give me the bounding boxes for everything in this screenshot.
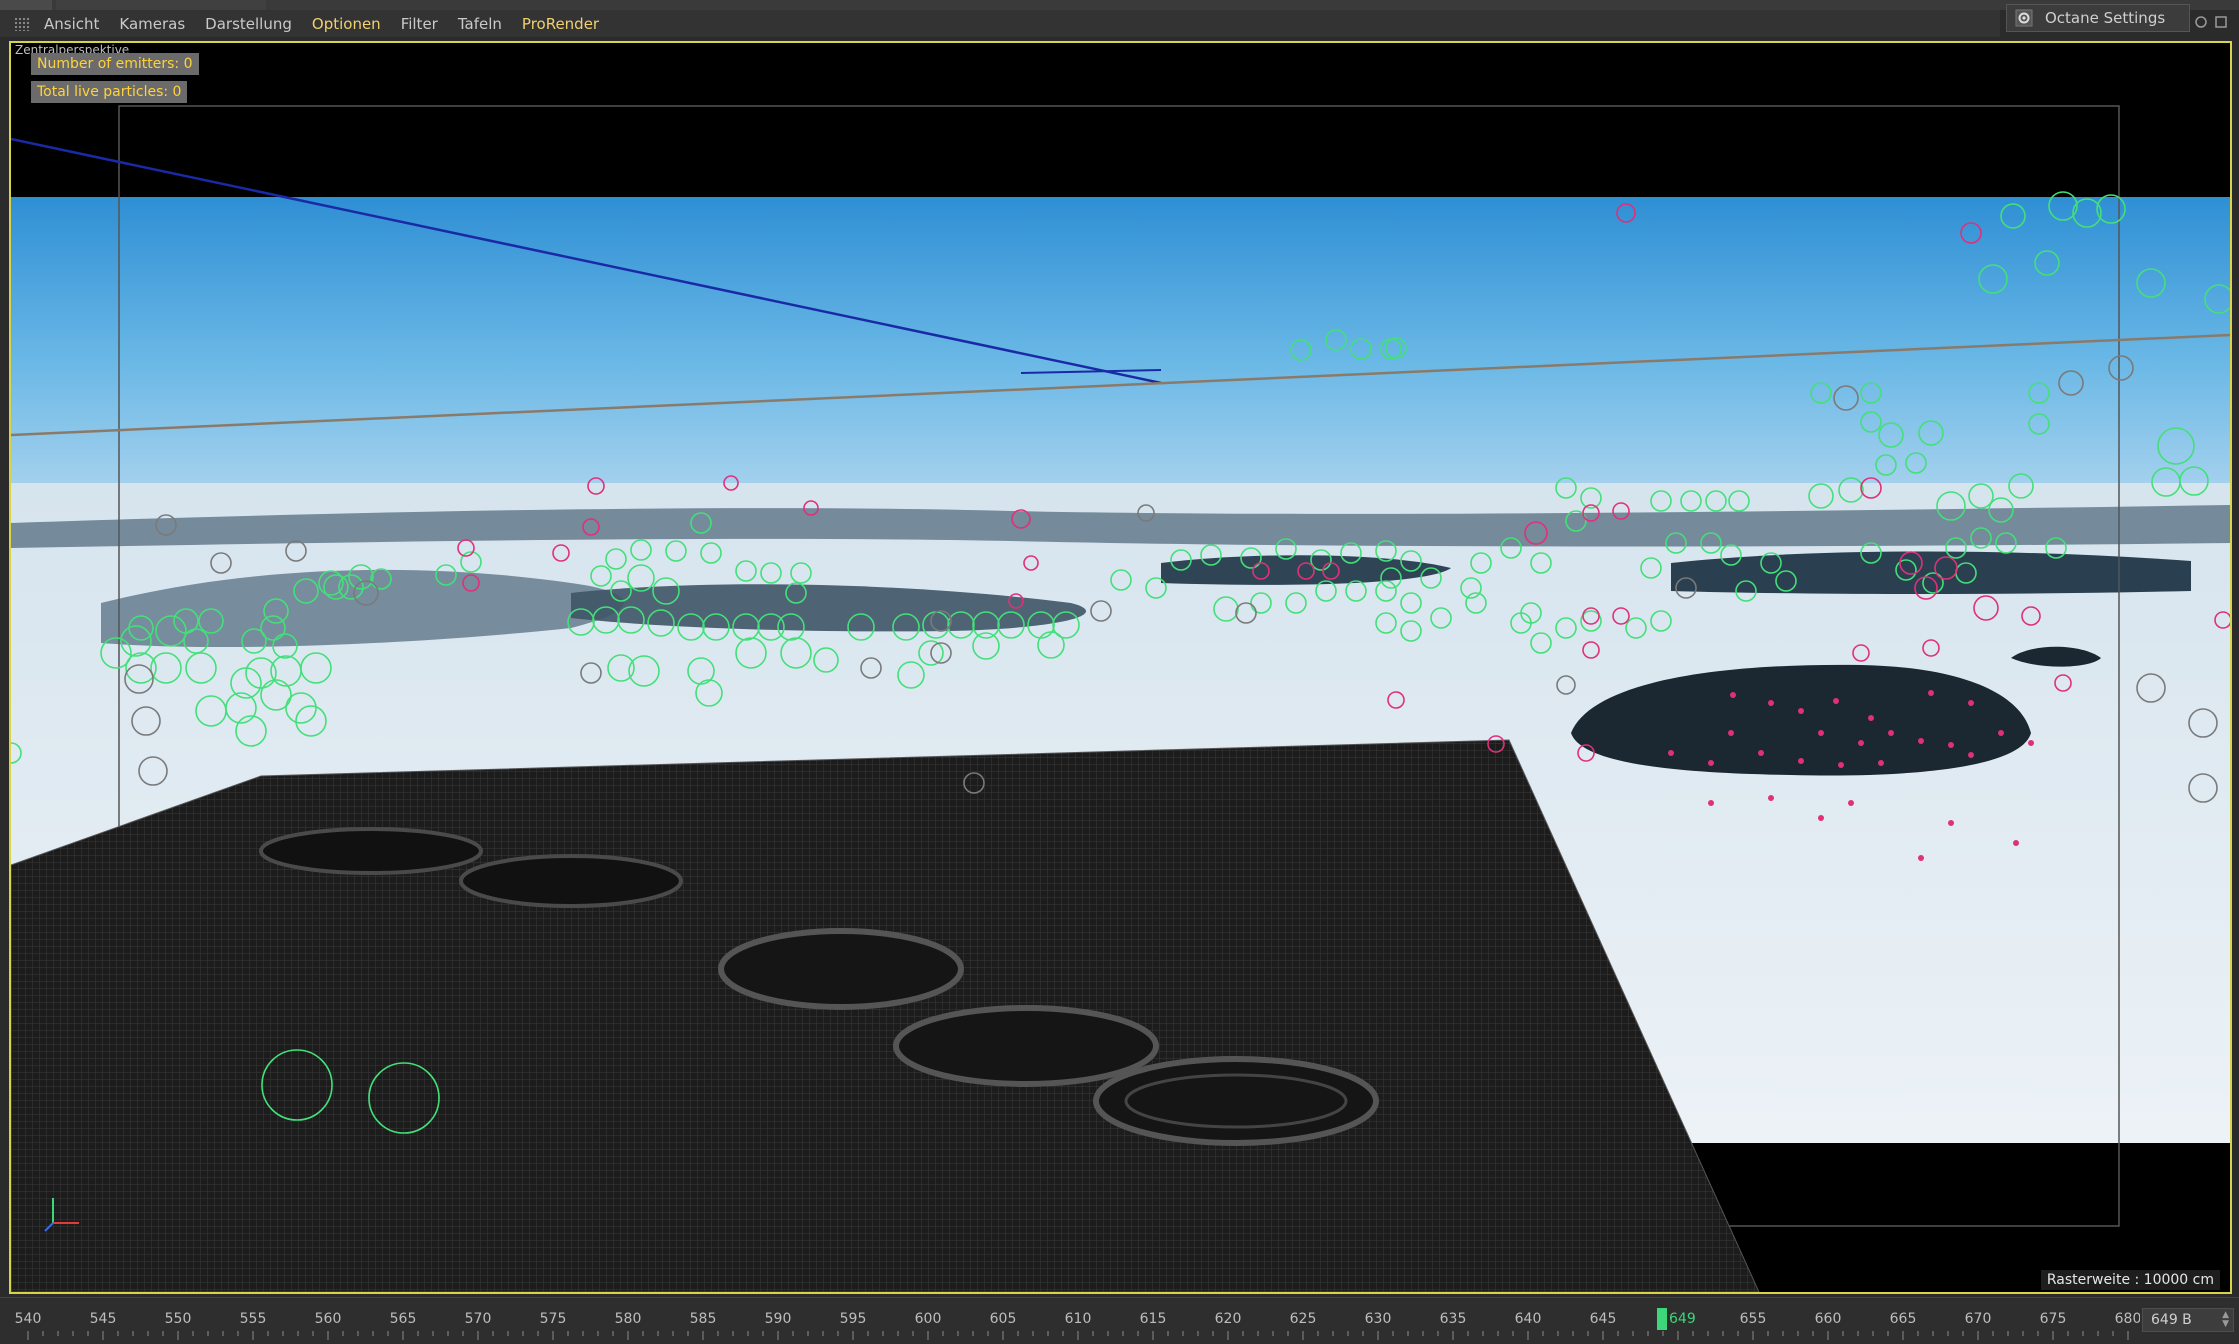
timeline-tick-label: 550 xyxy=(165,1311,192,1327)
timeline-tick-label: 625 xyxy=(1290,1311,1317,1327)
stepper-arrows-icon[interactable]: ▲ ▼ xyxy=(2222,1311,2229,1329)
hud-emitters-count: Number of emitters: 0 xyxy=(31,53,199,75)
menu-kameras[interactable]: Kameras xyxy=(119,15,185,33)
timeline-tick-label: 565 xyxy=(390,1311,417,1327)
timeline-tick-label: 605 xyxy=(990,1311,1017,1327)
octane-settings-label: Octane Settings xyxy=(2045,9,2166,27)
menu-darstellung[interactable]: Darstellung xyxy=(205,15,292,33)
timeline-tick-label: 680 xyxy=(2115,1311,2140,1327)
timeline-tick-label: 610 xyxy=(1065,1311,1092,1327)
viewport-menu-bar: Ansicht Kameras Darstellung Optionen Fil… xyxy=(0,10,2000,37)
menu-tafeln[interactable]: Tafeln xyxy=(458,15,502,33)
sync-icon[interactable] xyxy=(2194,14,2208,28)
timeline-tick-label: 665 xyxy=(1890,1311,1917,1327)
timeline-tick-label: 560 xyxy=(315,1311,342,1327)
timeline-tick-label: 670 xyxy=(1965,1311,1992,1327)
current-frame-value: 649 B xyxy=(2151,1312,2192,1328)
timeline-tick-label: 545 xyxy=(90,1311,117,1327)
grip-handle-icon[interactable] xyxy=(14,16,30,31)
hud-particles-count: Total live particles: 0 xyxy=(31,81,188,103)
timeline-tick-label: 640 xyxy=(1515,1311,1542,1327)
timeline-tick-label: 555 xyxy=(240,1311,267,1327)
window-tab[interactable] xyxy=(0,0,52,10)
timeline-tick-label: 585 xyxy=(690,1311,717,1327)
timeline-tick-label: 660 xyxy=(1815,1311,1842,1327)
timeline-tick-label: 630 xyxy=(1365,1311,1392,1327)
gear-icon xyxy=(2013,7,2035,29)
editor-viewport[interactable]: Zentralperspektive Number of emitters: 0… xyxy=(9,41,2232,1294)
window-top-strip xyxy=(0,0,2239,10)
window-tab[interactable] xyxy=(56,0,266,10)
viewport-scene[interactable] xyxy=(11,43,2230,1292)
timeline-tick-label: 675 xyxy=(2040,1311,2067,1327)
menu-ansicht[interactable]: Ansicht xyxy=(44,15,99,33)
timeline-tick-label: 590 xyxy=(765,1311,792,1327)
grid-size-readout: Rasterweite : 10000 cm xyxy=(2040,1270,2220,1290)
menu-optionen[interactable]: Optionen xyxy=(312,15,381,33)
maximize-icon[interactable] xyxy=(2214,14,2228,28)
timeline-tick-label: 620 xyxy=(1215,1311,1242,1327)
viewport-window-controls xyxy=(2194,10,2239,32)
timeline-ruler[interactable]: 540 545 550 555 560 565 570 575 580 585 590 595 600 6… xyxy=(0,1297,2239,1344)
terrain-mesh[interactable] xyxy=(11,739,1760,1292)
timeline-tick-label: 570 xyxy=(465,1311,492,1327)
menu-filter[interactable]: Filter xyxy=(401,15,438,33)
timeline-tick-label: 540 xyxy=(15,1311,42,1327)
timeline-tick-label: 655 xyxy=(1740,1311,1767,1327)
timeline-playhead[interactable] xyxy=(1657,1308,1667,1330)
octane-settings-button[interactable]: Octane Settings xyxy=(2006,4,2190,32)
timeline-tick-label: 645 xyxy=(1590,1311,1617,1327)
timeline-tick-label: 635 xyxy=(1440,1311,1467,1327)
timeline-tick-label: 615 xyxy=(1140,1311,1167,1327)
timeline-current-frame-label: 649 xyxy=(1669,1311,1696,1327)
menu-prorender[interactable]: ProRender xyxy=(522,15,599,33)
timeline-ticks[interactable]: 540 545 550 555 560 565 570 575 580 585 590 595 600 6… xyxy=(0,1298,2140,1344)
timeline-tick-label: 575 xyxy=(540,1311,567,1327)
timeline-tick-label: 600 xyxy=(915,1311,942,1327)
current-frame-field[interactable]: 649 B ▲ ▼ xyxy=(2142,1308,2234,1332)
timeline-tick-label: 595 xyxy=(840,1311,867,1327)
timeline-tick-label: 580 xyxy=(615,1311,642,1327)
